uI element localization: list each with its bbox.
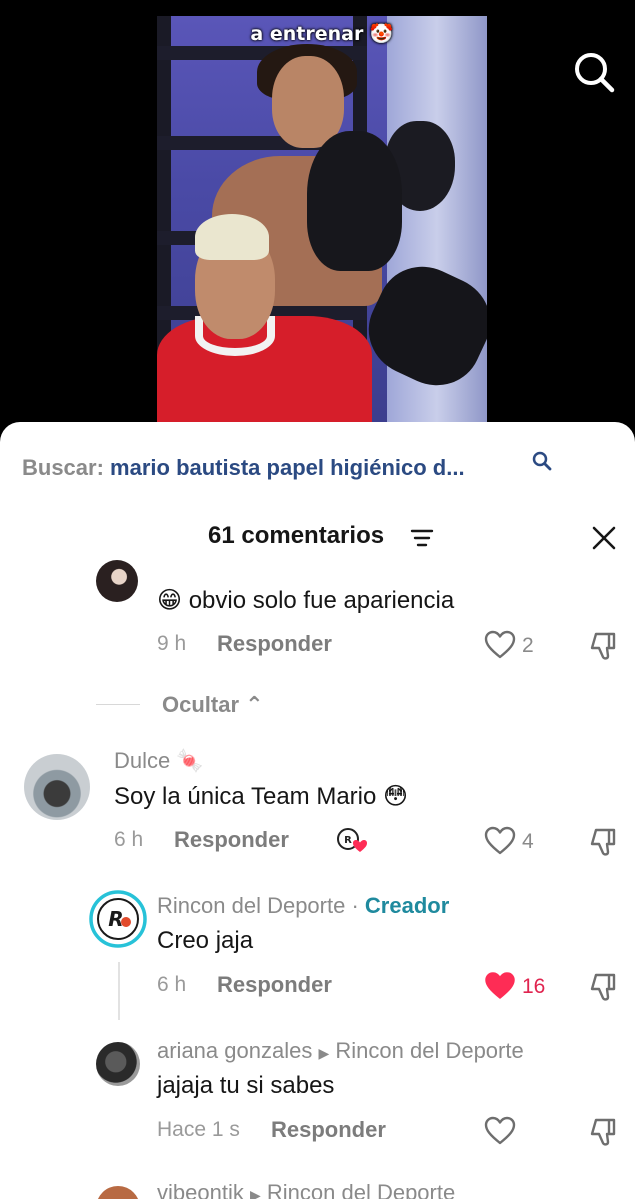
hide-replies-button[interactable]: Ocultar ⌃ xyxy=(162,692,264,718)
creator-liked-icon: R xyxy=(337,828,367,852)
avatar[interactable] xyxy=(96,1186,140,1199)
svg-text:R: R xyxy=(108,907,123,931)
hide-replies-label: Ocultar xyxy=(162,692,240,717)
related-search[interactable]: Buscar: mario bautista papel higiénico d… xyxy=(22,455,465,481)
dislike-icon[interactable] xyxy=(588,1116,620,1148)
creator-badge: Creador xyxy=(364,893,450,918)
comment-text: jajaja tu si sabes xyxy=(157,1072,335,1099)
comment-text: Creo jaja xyxy=(157,927,254,954)
divider xyxy=(96,704,140,705)
search-mini-icon[interactable] xyxy=(530,449,554,473)
reply-to-username[interactable]: Rincon del Deporte xyxy=(335,1038,523,1063)
avatar[interactable] xyxy=(96,560,138,602)
comments-sheet: Buscar: mario bautista papel higiénico d… xyxy=(0,422,635,1199)
avatar[interactable] xyxy=(96,1042,140,1086)
dislike-icon[interactable] xyxy=(588,630,620,662)
video-frame[interactable]: a entrenar 🤡 xyxy=(157,16,487,440)
separator: · xyxy=(351,893,359,918)
comment-text: 😁 obvio solo fue apariencia xyxy=(157,587,455,614)
heart-icon[interactable] xyxy=(484,1116,516,1146)
dislike-icon[interactable] xyxy=(588,971,620,1003)
thread-line xyxy=(118,962,120,1020)
comment-username[interactable]: Rincon del Deporte · Creador xyxy=(157,893,449,919)
comment-time: 9 h xyxy=(157,632,187,655)
video-area[interactable]: a entrenar 🤡 xyxy=(0,0,635,440)
reply-to-username[interactable]: Rincon del Deporte xyxy=(267,1180,455,1199)
comment-text: Soy la única Team Mario 😳 xyxy=(114,783,409,810)
username-text: vibeontik xyxy=(157,1180,244,1199)
like-count: 16 xyxy=(522,975,546,998)
comment-time: 6 h xyxy=(114,828,144,851)
comment-username[interactable]: Dulce 🍬 xyxy=(114,748,204,774)
filter-icon[interactable] xyxy=(410,528,434,548)
comment-time: 6 h xyxy=(157,973,187,996)
username-text: Rincon del Deporte xyxy=(157,893,346,918)
comment-username[interactable]: vibeontik ▶ Rincon del Deporte xyxy=(157,1180,455,1199)
reply-button[interactable]: Responder xyxy=(217,972,332,998)
heart-filled-icon[interactable] xyxy=(484,971,516,1001)
avatar[interactable]: R xyxy=(89,890,147,948)
dislike-icon[interactable] xyxy=(588,826,620,858)
reply-button[interactable]: Responder xyxy=(271,1117,386,1143)
svg-text:R: R xyxy=(344,835,352,846)
chevron-up-icon: ⌃ xyxy=(245,692,264,717)
like-count: 2 xyxy=(522,634,534,657)
heart-icon[interactable] xyxy=(484,826,516,856)
close-icon[interactable] xyxy=(588,522,620,554)
video-caption: a entrenar 🤡 xyxy=(250,23,394,45)
search-label: Buscar: xyxy=(22,455,104,480)
comment-time: Hace 1 s xyxy=(157,1118,240,1141)
comment-username[interactable]: ariana gonzales ▶ Rincon del Deporte xyxy=(157,1038,524,1064)
reply-button[interactable]: Responder xyxy=(174,827,289,853)
reply-arrow-icon: ▶ xyxy=(318,1045,330,1061)
username-text: ariana gonzales xyxy=(157,1038,313,1063)
video-person-front-cap xyxy=(195,214,269,260)
video-person-back-head xyxy=(272,56,344,148)
video-boxing-glove xyxy=(307,131,402,271)
heart-icon[interactable] xyxy=(484,630,516,660)
search-icon[interactable] xyxy=(572,50,616,94)
reply-button[interactable]: Responder xyxy=(217,631,332,657)
avatar[interactable] xyxy=(24,754,90,820)
search-query-link[interactable]: mario bautista papel higiénico d... xyxy=(110,455,465,480)
comment-count: 61 comentarios xyxy=(208,522,385,549)
like-count: 4 xyxy=(522,830,534,853)
reply-arrow-icon: ▶ xyxy=(249,1187,261,1199)
comments-header: 61 comentarios xyxy=(0,522,635,558)
